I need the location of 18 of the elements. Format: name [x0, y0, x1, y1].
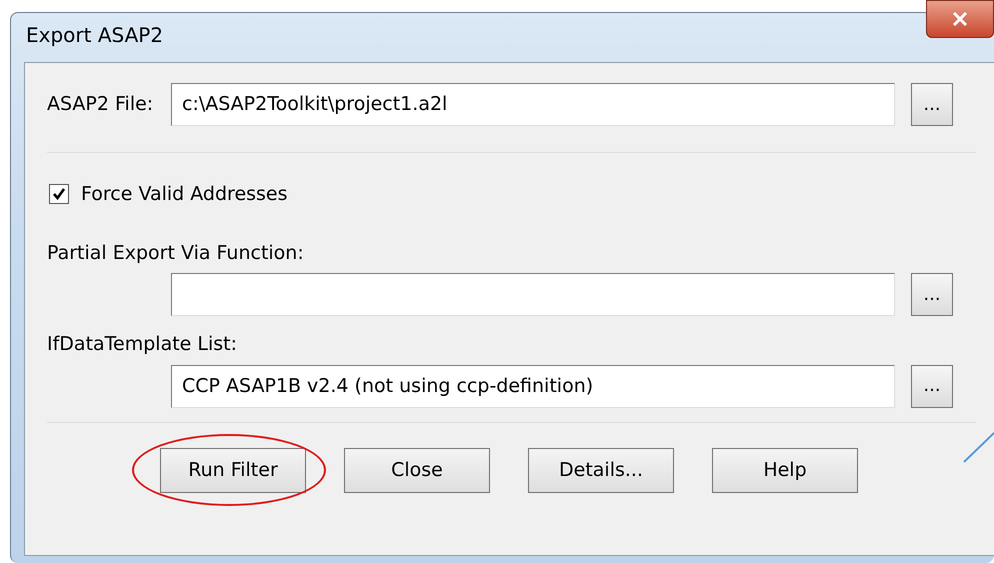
field-label: IfDataTemplate List: — [47, 332, 238, 357]
checkbox-label: Force Valid Addresses — [81, 182, 288, 207]
browse-button[interactable]: ... — [911, 273, 953, 316]
field-label: ASAP2 File: — [47, 92, 154, 118]
dialog-button[interactable]: Help — [712, 448, 858, 492]
close-icon — [952, 12, 968, 26]
input-field[interactable] — [171, 273, 895, 316]
browse-button[interactable]: ... — [911, 83, 953, 126]
dialog-button[interactable]: Close — [344, 448, 490, 492]
input-field[interactable]: CCP ASAP1B v2.4 (not using ccp-definition) — [171, 364, 895, 408]
dialog-button[interactable]: Details... — [528, 448, 674, 492]
browse-button[interactable]: ... — [911, 364, 953, 408]
checkbox[interactable] — [49, 184, 69, 204]
dialog-button[interactable]: Run Filter — [160, 448, 306, 492]
field-label: Partial Export Via Function: — [47, 240, 304, 266]
input-field[interactable]: c:\ASAP2Toolkit\project1.a2l — [171, 83, 895, 126]
close-button[interactable] — [926, 0, 994, 38]
window-title: Export ASAP2 — [26, 22, 164, 49]
